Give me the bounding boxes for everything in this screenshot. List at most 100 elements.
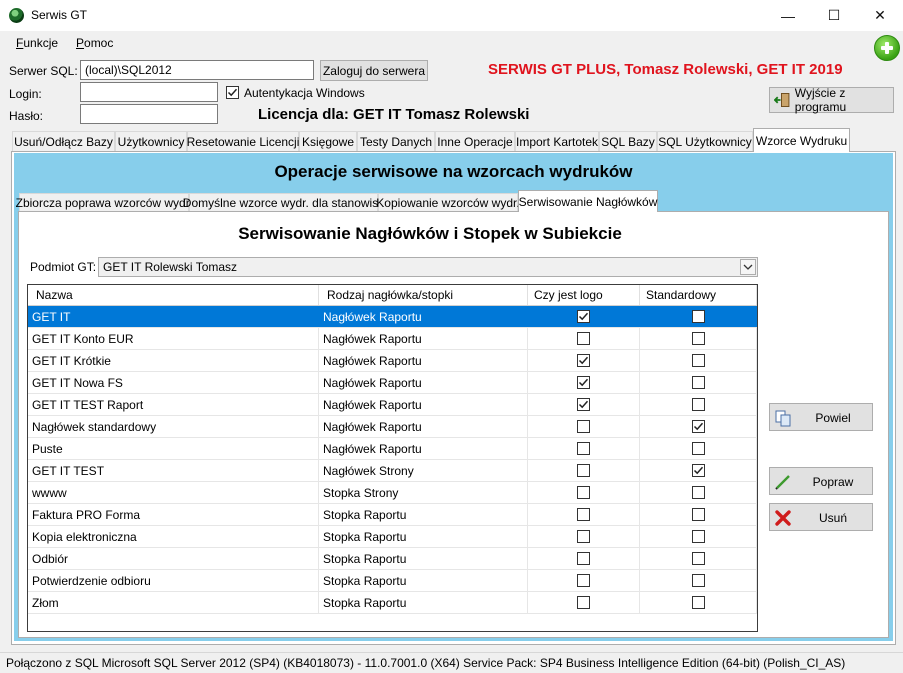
standard-checkbox[interactable] (691, 508, 705, 521)
panel-title: Operacje serwisowe na wzorcach wydruków (274, 162, 633, 181)
table-row[interactable]: Potwierdzenie odbioru Stopka Raportu (28, 570, 757, 592)
table-row[interactable]: GET IT Krótkie Nagłówek Raportu (28, 350, 757, 372)
tab-other-operations[interactable]: Inne Operacje (435, 131, 515, 152)
menu-pomoc[interactable]: Pomoc (76, 36, 113, 50)
subtab-header-service[interactable]: Serwisowanie Nagłówków (518, 190, 658, 212)
logo-checkbox[interactable] (577, 420, 590, 433)
logo-checkbox-cell (528, 416, 640, 437)
subtab-default-station-templates[interactable]: Domyślne wzorce wydr. dla stanowisk (183, 193, 384, 212)
tab-sql-users[interactable]: SQL Użytkownicy (657, 131, 753, 152)
table-row[interactable]: Złom Stopka Raportu (28, 592, 757, 614)
table-row[interactable]: GET IT TEST Raport Nagłówek Raportu (28, 394, 757, 416)
server-input[interactable]: (local)\SQL2012 (80, 60, 314, 80)
logo-checkbox-cell (528, 504, 640, 525)
standard-checkbox[interactable] (691, 464, 705, 477)
exit-program-button[interactable]: Wyjście z programu (769, 86, 894, 114)
tab-licence-reset[interactable]: Resetowanie Licencji (187, 131, 299, 152)
pencil-icon (775, 475, 790, 490)
windows-auth-checkbox[interactable] (226, 86, 239, 99)
password-input[interactable] (80, 104, 218, 124)
logo-checkbox-cell (528, 460, 640, 481)
table-row[interactable]: GET IT TEST Nagłówek Strony (28, 460, 757, 482)
standard-checkbox[interactable] (691, 530, 705, 543)
row-type: Nagłówek Raportu (319, 306, 528, 327)
tab-delete-detach-databases[interactable]: Usuń/Odłącz Bazy (12, 131, 115, 152)
tab-sql-databases[interactable]: SQL Bazy (599, 131, 657, 152)
menu-funkcje[interactable]: Funkcje (16, 36, 58, 50)
add-plus-icon[interactable] (874, 35, 900, 61)
app-globe-icon (9, 8, 24, 23)
table-row[interactable]: wwww Stopka Strony (28, 482, 757, 504)
standard-checkbox[interactable] (691, 420, 705, 433)
grid-header-row: Nazwa Rodzaj nagłówka/stopki Czy jest logo… (28, 285, 757, 306)
tab-users[interactable]: Użytkownicy (115, 131, 187, 152)
logo-checkbox[interactable] (577, 486, 590, 499)
standard-checkbox[interactable] (691, 332, 705, 345)
login-input[interactable] (80, 82, 218, 102)
subject-label: Podmiot GT: (30, 260, 97, 274)
logo-checkbox[interactable] (577, 376, 590, 389)
edit-button[interactable]: Popraw (769, 467, 873, 495)
table-row[interactable]: GET IT Nowa FS Nagłówek Raportu (28, 372, 757, 394)
standard-checkbox[interactable] (691, 376, 705, 389)
table-row[interactable]: Odbiór Stopka Raportu (28, 548, 757, 570)
row-name: Odbiór (28, 548, 319, 569)
logo-checkbox[interactable] (577, 596, 590, 609)
tab-accounting[interactable]: Księgowe (299, 131, 357, 152)
row-type: Stopka Raportu (319, 504, 528, 525)
table-row[interactable]: Kopia elektroniczna Stopka Raportu (28, 526, 757, 548)
table-row[interactable]: Faktura PRO Forma Stopka Raportu (28, 504, 757, 526)
exit-door-icon (774, 93, 790, 107)
subject-select[interactable]: GET IT Rolewski Tomasz (98, 257, 758, 277)
tab-import-cards[interactable]: Import Kartotek (515, 131, 599, 152)
standard-checkbox[interactable] (691, 596, 705, 609)
tab-print-templates[interactable]: Wzorce Wydruku (753, 128, 850, 152)
logo-checkbox-cell (528, 350, 640, 371)
logo-checkbox[interactable] (577, 310, 590, 323)
row-type: Nagłówek Raportu (319, 328, 528, 349)
headers-footers-grid[interactable]: Nazwa Rodzaj nagłówka/stopki Czy jest logo… (27, 284, 758, 632)
standard-checkbox[interactable] (691, 310, 705, 323)
logo-checkbox[interactable] (577, 464, 590, 477)
chevron-down-icon[interactable] (740, 259, 756, 275)
subtab-copy-templates[interactable]: Kopiowanie wzorców wydr. (376, 193, 520, 212)
table-row[interactable]: GET IT Konto EUR Nagłówek Raportu (28, 328, 757, 350)
table-row[interactable]: Nagłówek standardowy Nagłówek Raportu (28, 416, 757, 438)
table-row[interactable]: Puste Nagłówek Raportu (28, 438, 757, 460)
standard-checkbox[interactable] (691, 398, 705, 411)
logo-checkbox[interactable] (577, 508, 590, 521)
logo-checkbox[interactable] (577, 398, 590, 411)
row-name: GET IT Krótkie (28, 350, 319, 371)
logo-checkbox[interactable] (577, 530, 590, 543)
row-name: Puste (28, 438, 319, 459)
standard-checkbox-cell (640, 504, 757, 525)
logo-checkbox-cell (528, 526, 640, 547)
standard-checkbox[interactable] (691, 486, 705, 499)
login-to-server-button[interactable]: Zaloguj do serwera (320, 60, 428, 81)
duplicate-button[interactable]: Powiel (769, 403, 873, 431)
windows-auth-label: Autentykacja Windows (244, 86, 365, 100)
status-bar: Połączono z SQL Microsoft SQL Server 201… (0, 652, 903, 673)
grid-column-header[interactable]: Rodzaj nagłówka/stopki (319, 285, 528, 305)
logo-checkbox[interactable] (577, 574, 590, 587)
row-name: GET IT Nowa FS (28, 372, 319, 393)
minimize-button[interactable]: — (765, 0, 811, 31)
logo-checkbox[interactable] (577, 552, 590, 565)
standard-checkbox[interactable] (691, 442, 705, 455)
close-button[interactable]: ✕ (857, 0, 903, 31)
standard-checkbox[interactable] (691, 552, 705, 565)
standard-checkbox[interactable] (691, 354, 705, 367)
table-row[interactable]: GET IT Nagłówek Raportu (28, 306, 757, 328)
row-type: Nagłówek Raportu (319, 438, 528, 459)
grid-column-header[interactable]: Standardowy (640, 285, 757, 305)
grid-column-header[interactable]: Czy jest logo (528, 285, 640, 305)
delete-button[interactable]: Usuń (769, 503, 873, 531)
logo-checkbox[interactable] (577, 332, 590, 345)
maximize-button[interactable]: ☐ (811, 0, 857, 31)
logo-checkbox[interactable] (577, 442, 590, 455)
logo-checkbox[interactable] (577, 354, 590, 367)
tab-data-tests[interactable]: Testy Danych (357, 131, 435, 152)
subtab-bulk-template-fix[interactable]: Zbiorcza poprawa wzorców wydr. (16, 193, 192, 212)
grid-column-header[interactable]: Nazwa (28, 285, 319, 305)
standard-checkbox[interactable] (691, 574, 705, 587)
